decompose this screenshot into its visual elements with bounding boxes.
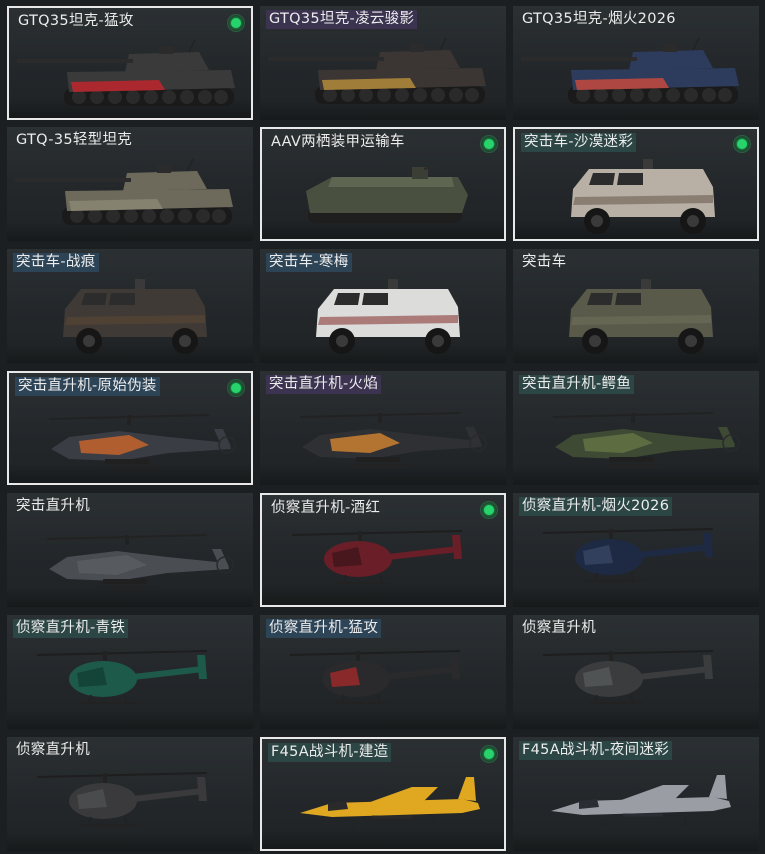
vehicle-skin-name: GTQ35坦克-凌云骏影 [266, 10, 418, 29]
vehicle-skin-name: 突击车 [522, 254, 567, 270]
equipped-indicator-icon [480, 501, 498, 519]
vehicle-skin-card[interactable]: 突击直升机-鳄鱼 [513, 371, 759, 485]
vehicle-image [316, 270, 460, 354]
vehicle-skin-card[interactable]: 侦察直升机 [7, 737, 253, 851]
vehicle-skin-card[interactable]: F45A战斗机-建造 [260, 737, 506, 851]
vehicle-image [289, 650, 461, 704]
vehicle-skin-name: AAV两栖装甲运输车 [271, 134, 405, 150]
vehicle-skin-name: F45A战斗机-建造 [268, 743, 392, 762]
vehicle-skin-card[interactable]: GTQ35坦克-猛攻 [7, 6, 253, 120]
vehicle-skin-grid: GTQ35坦克-猛攻 GTQ35坦克-凌云骏影 GTQ35坦克-烟火2026 G… [0, 0, 765, 854]
vehicle-skin-card[interactable]: 突击车-寒梅 [260, 249, 506, 363]
vehicle-image [521, 37, 739, 104]
vehicle-skin-card[interactable]: F45A战斗机-夜间迷彩 [513, 737, 759, 851]
vehicle-skin-card[interactable]: 突击车-战痕 [7, 249, 253, 363]
vehicle-skin-name: 突击直升机-原始伪装 [15, 377, 160, 396]
vehicle-skin-card[interactable]: 侦察直升机-青铁 [7, 615, 253, 729]
vehicle-image [569, 270, 713, 354]
vehicle-skin-card[interactable]: 突击车 [513, 249, 759, 363]
vehicle-image [542, 650, 714, 704]
vehicle-skin-name: 突击车-战痕 [13, 253, 99, 272]
vehicle-skin-name: 突击直升机 [16, 498, 90, 514]
equipped-indicator-icon [227, 14, 245, 32]
vehicle-skin-name: 侦察直升机-酒红 [271, 500, 381, 516]
vehicle-skin-card[interactable]: 突击车-沙漠迷彩 [513, 127, 759, 241]
vehicle-skin-name: GTQ35坦克-猛攻 [18, 13, 134, 29]
vehicle-skin-name: 侦察直升机-青铁 [13, 619, 129, 638]
equipped-indicator-icon [480, 745, 498, 763]
equipped-indicator-icon [733, 135, 751, 153]
vehicle-skin-card[interactable]: 侦察直升机-酒红 [260, 493, 506, 607]
vehicle-skin-card[interactable]: 侦察直升机-烟火2026 [513, 493, 759, 607]
vehicle-image [306, 164, 468, 223]
vehicle-skin-card[interactable]: AAV两栖装甲运输车 [260, 127, 506, 241]
vehicle-image [17, 39, 235, 106]
vehicle-image [552, 412, 740, 466]
vehicle-skin-name: F45A战斗机-夜间迷彩 [519, 741, 673, 760]
vehicle-skin-name: 侦察直升机-猛攻 [266, 619, 382, 638]
vehicle-image [36, 650, 208, 704]
vehicle-skin-name: 侦察直升机 [16, 742, 90, 758]
vehicle-skin-card[interactable]: 突击直升机-火焰 [260, 371, 506, 485]
equipped-indicator-icon [227, 379, 245, 397]
vehicle-image [63, 270, 207, 354]
vehicle-image [299, 412, 487, 466]
vehicle-skin-card[interactable]: 侦察直升机 [513, 615, 759, 729]
equipped-indicator-icon [480, 135, 498, 153]
vehicle-image [300, 777, 480, 829]
vehicle-image [551, 775, 731, 827]
vehicle-skin-name: GTQ35坦克-烟火2026 [522, 11, 676, 27]
vehicle-skin-card[interactable]: 突击直升机 [7, 493, 253, 607]
vehicle-image [542, 528, 714, 582]
vehicle-skin-name: 突击车-沙漠迷彩 [521, 133, 637, 152]
vehicle-skin-name: 侦察直升机-烟火2026 [519, 497, 673, 516]
vehicle-image [15, 158, 233, 225]
vehicle-skin-name: 侦察直升机 [522, 620, 596, 636]
vehicle-skin-name: 突击直升机-鳄鱼 [519, 375, 635, 394]
vehicle-image [571, 150, 715, 234]
vehicle-image [291, 530, 463, 584]
vehicle-skin-card[interactable]: 侦察直升机-猛攻 [260, 615, 506, 729]
vehicle-skin-card[interactable]: GTQ35坦克-烟火2026 [513, 6, 759, 120]
vehicle-skin-name: 突击车-寒梅 [266, 253, 352, 272]
vehicle-skin-name: GTQ-35轻型坦克 [16, 132, 133, 148]
vehicle-skin-card[interactable]: GTQ-35轻型坦克 [7, 127, 253, 241]
vehicle-image [46, 534, 234, 588]
vehicle-image [36, 772, 208, 826]
vehicle-skin-card[interactable]: GTQ35坦克-凌云骏影 [260, 6, 506, 120]
vehicle-image [48, 414, 236, 468]
vehicle-skin-card[interactable]: 突击直升机-原始伪装 [7, 371, 253, 485]
vehicle-image [268, 37, 486, 104]
vehicle-skin-name: 突击直升机-火焰 [266, 375, 382, 394]
